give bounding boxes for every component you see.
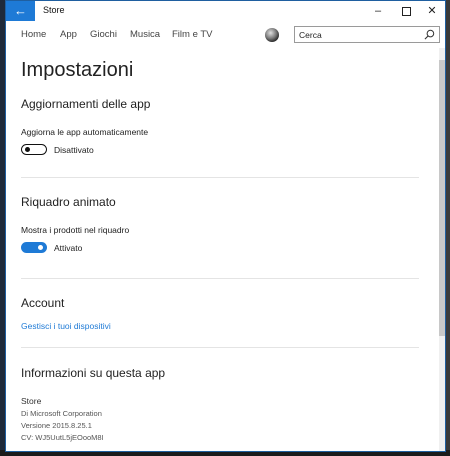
scrollbar[interactable] [439,48,445,451]
nav-item-musica[interactable]: Musica [130,29,160,40]
store-window: ← Store – ✕ Home App Giochi Musica Film … [5,0,446,452]
divider [21,347,419,348]
divider [21,278,419,279]
avatar[interactable] [265,28,279,42]
divider [21,177,419,178]
nav-bar: Home App Giochi Musica Film e TV [6,23,445,47]
scrollbar-thumb[interactable] [439,60,445,336]
maximize-button[interactable] [392,1,420,21]
maximize-icon [401,6,411,16]
back-button[interactable]: ← [6,1,35,21]
search-input[interactable] [299,28,419,41]
manage-devices-link[interactable]: Gestisci i tuoi dispositivi [21,321,111,331]
live-tile-label: Mostra i prodotti nel riquadro [21,225,130,235]
app-name: Store [21,396,42,406]
section-title-updates: Aggiornamenti delle app [21,97,151,111]
nav-item-film-tv[interactable]: Film e TV [172,29,212,40]
section-title-live-tile: Riquadro animato [21,195,116,209]
arrow-left-icon: ← [14,3,27,18]
toggle-knob [38,245,43,250]
minimize-icon: – [374,5,382,17]
desktop-background-right [446,0,450,456]
live-tile-state: Attivato [54,243,83,253]
auto-update-label: Aggiorna le app automaticamente [21,127,149,137]
title-bar: ← Store – ✕ [6,1,445,21]
section-title-account: Account [21,296,65,310]
nav-item-home[interactable]: Home [21,29,46,40]
version: Versione 2015.8.25.1 [21,421,92,430]
cv-id: CV: WJ5UutL5jEOooM8I [21,433,104,442]
toggle-knob [25,146,30,152]
nav-item-giochi[interactable]: Giochi [90,29,117,40]
search-icon[interactable] [424,29,435,40]
nav-item-app[interactable]: App [60,29,77,40]
page-title: Impostazioni [21,59,134,81]
window-title: Store [43,5,65,15]
close-button[interactable]: ✕ [418,1,445,21]
auto-update-toggle[interactable] [21,144,47,155]
close-icon: ✕ [427,5,437,17]
minimize-button[interactable]: – [364,1,392,21]
auto-update-state: Disattivato [54,145,94,155]
search-box[interactable] [294,26,440,43]
section-title-about: Informazioni su questa app [21,366,166,380]
live-tile-toggle[interactable] [21,242,47,253]
publisher: Di Microsoft Corporation [21,409,102,418]
